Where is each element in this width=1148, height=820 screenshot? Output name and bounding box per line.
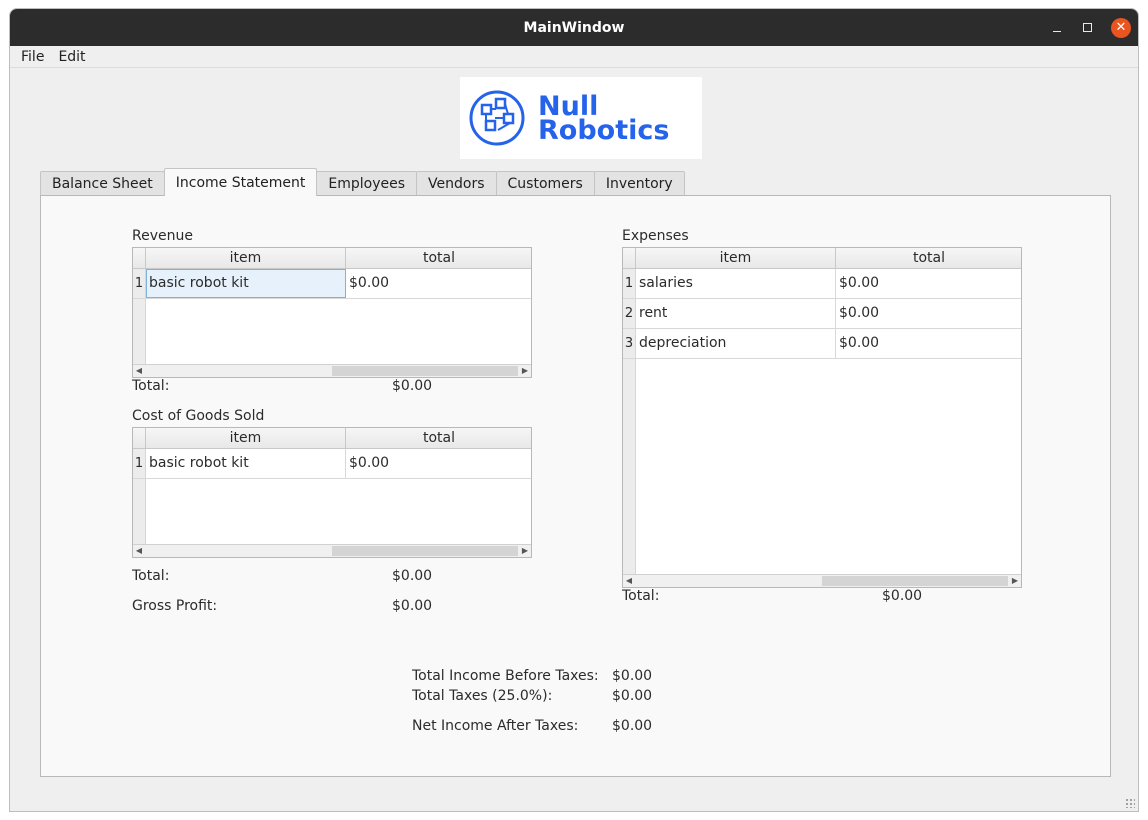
cogs-label: Cost of Goods Sold	[132, 408, 265, 424]
cogs-total-value: $0.00	[392, 568, 433, 584]
cell-total[interactable]: $0.00	[346, 269, 532, 298]
cell-item[interactable]: basic robot kit	[146, 449, 346, 478]
cell-total[interactable]: $0.00	[836, 299, 1022, 328]
header-corner	[133, 428, 146, 448]
gross-profit-value: $0.00	[392, 598, 433, 614]
tab-inventory[interactable]: Inventory	[593, 171, 685, 196]
horizontal-scrollbar[interactable]: ◀ ▶	[133, 364, 531, 377]
horizontal-scrollbar[interactable]: ◀ ▶	[133, 544, 531, 557]
horizontal-scrollbar[interactable]: ◀ ▶	[623, 574, 1021, 587]
cell-total[interactable]: $0.00	[836, 329, 1022, 358]
header-corner	[623, 248, 636, 268]
cell-item[interactable]: basic robot kit	[146, 269, 346, 298]
revenue-table[interactable]: item total 1 basic robot kit $0.00 ◀ ▶	[132, 247, 532, 378]
window-title: MainWindow	[523, 19, 625, 36]
scroll-thumb[interactable]	[332, 366, 518, 376]
menu-file[interactable]: File	[14, 49, 51, 65]
row-number[interactable]: 3	[623, 329, 636, 358]
expenses-label: Expenses	[622, 228, 689, 244]
close-button[interactable]: ✕	[1107, 9, 1135, 46]
menu-bar: File Edit	[10, 46, 1138, 68]
table-row: 1 basic robot kit $0.00	[133, 269, 531, 299]
expenses-table[interactable]: item total 1 salaries $0.00 2 rent $0.00…	[622, 247, 1022, 588]
scroll-left-icon[interactable]: ◀	[133, 365, 145, 377]
header-corner	[133, 248, 146, 268]
menu-edit[interactable]: Edit	[51, 49, 92, 65]
net-income-label: Net Income After Taxes:	[412, 718, 579, 734]
scroll-left-icon[interactable]: ◀	[133, 545, 145, 557]
resize-grip-icon[interactable]	[1125, 798, 1135, 808]
scroll-thumb[interactable]	[822, 576, 1008, 586]
income-before-taxes-label: Total Income Before Taxes:	[412, 668, 599, 684]
column-header-total[interactable]: total	[346, 428, 532, 448]
gross-profit-label: Gross Profit:	[132, 598, 218, 614]
expenses-total-value: $0.00	[882, 588, 923, 604]
taxes-value: $0.00	[612, 688, 653, 704]
table-header: item total	[133, 428, 531, 449]
revenue-label: Revenue	[132, 228, 193, 244]
tab-income-statement[interactable]: Income Statement	[163, 168, 318, 196]
tab-customers[interactable]: Customers	[495, 171, 595, 196]
column-header-total[interactable]: total	[346, 248, 532, 268]
row-number[interactable]: 2	[623, 299, 636, 328]
cell-item[interactable]: rent	[636, 299, 836, 328]
scroll-left-icon[interactable]: ◀	[623, 575, 635, 587]
income-before-taxes-value: $0.00	[612, 668, 653, 684]
tab-bar: Balance Sheet Income Statement Employees…	[40, 168, 685, 196]
scroll-right-icon[interactable]: ▶	[1009, 575, 1021, 587]
cell-item[interactable]: depreciation	[636, 329, 836, 358]
table-header: item total	[133, 248, 531, 269]
column-header-item[interactable]: item	[146, 428, 346, 448]
table-row: 3 depreciation $0.00	[623, 329, 1021, 359]
cogs-total-label: Total:	[132, 568, 170, 584]
svg-text:Robotics: Robotics	[538, 115, 669, 146]
maximize-icon[interactable]	[1073, 9, 1101, 46]
close-icon: ✕	[1111, 17, 1131, 38]
cell-total[interactable]: $0.00	[346, 449, 532, 478]
table-header: item total	[623, 248, 1021, 269]
main-window: MainWindow ✕ File Edit Null Robotics Bal…	[9, 8, 1139, 812]
tab-employees[interactable]: Employees	[316, 171, 418, 196]
cell-item[interactable]: salaries	[636, 269, 836, 298]
taxes-label: Total Taxes (25.0%):	[412, 688, 553, 704]
revenue-total-label: Total:	[132, 378, 170, 394]
tab-balance-sheet[interactable]: Balance Sheet	[40, 171, 165, 196]
cogs-table[interactable]: item total 1 basic robot kit $0.00 ◀ ▶	[132, 427, 532, 558]
company-logo: Null Robotics	[460, 77, 702, 159]
table-row: 1 basic robot kit $0.00	[133, 449, 531, 479]
cell-total[interactable]: $0.00	[836, 269, 1022, 298]
revenue-total-value: $0.00	[392, 378, 433, 394]
scroll-right-icon[interactable]: ▶	[519, 545, 531, 557]
tab-vendors[interactable]: Vendors	[416, 171, 497, 196]
row-number[interactable]: 1	[133, 449, 146, 478]
table-row: 1 salaries $0.00	[623, 269, 1021, 299]
income-statement-panel: Revenue item total 1 basic robot kit $0.…	[40, 195, 1111, 777]
row-number[interactable]: 1	[133, 269, 146, 298]
column-header-item[interactable]: item	[146, 248, 346, 268]
scroll-track[interactable]	[146, 366, 332, 376]
minimize-icon[interactable]	[1043, 9, 1071, 46]
table-row: 2 rent $0.00	[623, 299, 1021, 329]
net-income-value: $0.00	[612, 718, 653, 734]
column-header-total[interactable]: total	[836, 248, 1022, 268]
expenses-total-label: Total:	[622, 588, 660, 604]
scroll-right-icon[interactable]: ▶	[519, 365, 531, 377]
column-header-item[interactable]: item	[636, 248, 836, 268]
scroll-thumb[interactable]	[332, 546, 518, 556]
title-bar[interactable]: MainWindow ✕	[10, 9, 1138, 46]
row-number[interactable]: 1	[623, 269, 636, 298]
